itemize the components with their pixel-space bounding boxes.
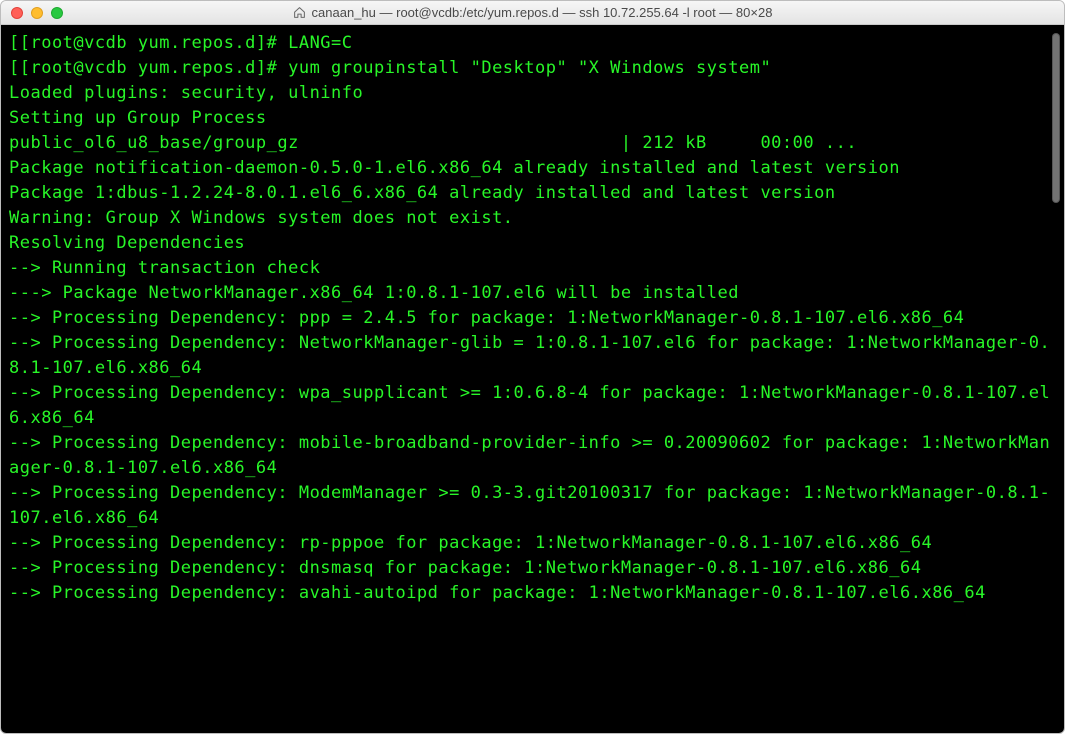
terminal-line: Package 1:dbus-1.2.24-8.0.1.el6_6.x86_64… bbox=[9, 181, 1056, 206]
window-title-text: canaan_hu — root@vcdb:/etc/yum.repos.d —… bbox=[312, 5, 773, 20]
terminal-line: [[root@vcdb yum.repos.d]# LANG=C bbox=[9, 31, 1056, 56]
terminal-line: --> Processing Dependency: ModemManager … bbox=[9, 481, 1056, 531]
terminal-line: Package notification-daemon-0.5.0-1.el6.… bbox=[9, 156, 1056, 181]
terminal-line: Warning: Group X Windows system does not… bbox=[9, 206, 1056, 231]
terminal-line: --> Processing Dependency: rp-pppoe for … bbox=[9, 531, 1056, 556]
window-title: canaan_hu — root@vcdb:/etc/yum.repos.d —… bbox=[1, 5, 1064, 20]
terminal-line: --> Processing Dependency: mobile-broadb… bbox=[9, 431, 1056, 481]
terminal-line: --> Processing Dependency: dnsmasq for p… bbox=[9, 556, 1056, 581]
terminal-line: public_ol6_u8_base/group_gz | 212 kB 00:… bbox=[9, 131, 1056, 156]
terminal-line: --> Processing Dependency: avahi-autoipd… bbox=[9, 581, 1056, 606]
terminal-line: [[root@vcdb yum.repos.d]# yum groupinsta… bbox=[9, 56, 1056, 81]
terminal-line: Loaded plugins: security, ulninfo bbox=[9, 81, 1056, 106]
terminal-window: canaan_hu — root@vcdb:/etc/yum.repos.d —… bbox=[0, 0, 1065, 734]
terminal-line: ---> Package NetworkManager.x86_64 1:0.8… bbox=[9, 281, 1056, 306]
terminal-line: Resolving Dependencies bbox=[9, 231, 1056, 256]
terminal-line: --> Processing Dependency: wpa_supplican… bbox=[9, 381, 1056, 431]
terminal-line: --> Processing Dependency: NetworkManage… bbox=[9, 331, 1056, 381]
terminal-line: Setting up Group Process bbox=[9, 106, 1056, 131]
traffic-lights bbox=[1, 7, 63, 19]
minimize-icon[interactable] bbox=[31, 7, 43, 19]
terminal-line: --> Running transaction check bbox=[9, 256, 1056, 281]
terminal-line: --> Processing Dependency: ppp = 2.4.5 f… bbox=[9, 306, 1056, 331]
terminal-area[interactable]: [[root@vcdb yum.repos.d]# LANG=C[[root@v… bbox=[1, 25, 1064, 733]
home-icon bbox=[293, 6, 306, 19]
terminal-output[interactable]: [[root@vcdb yum.repos.d]# LANG=C[[root@v… bbox=[1, 25, 1064, 733]
zoom-icon[interactable] bbox=[51, 7, 63, 19]
titlebar[interactable]: canaan_hu — root@vcdb:/etc/yum.repos.d —… bbox=[1, 1, 1064, 25]
close-icon[interactable] bbox=[11, 7, 23, 19]
